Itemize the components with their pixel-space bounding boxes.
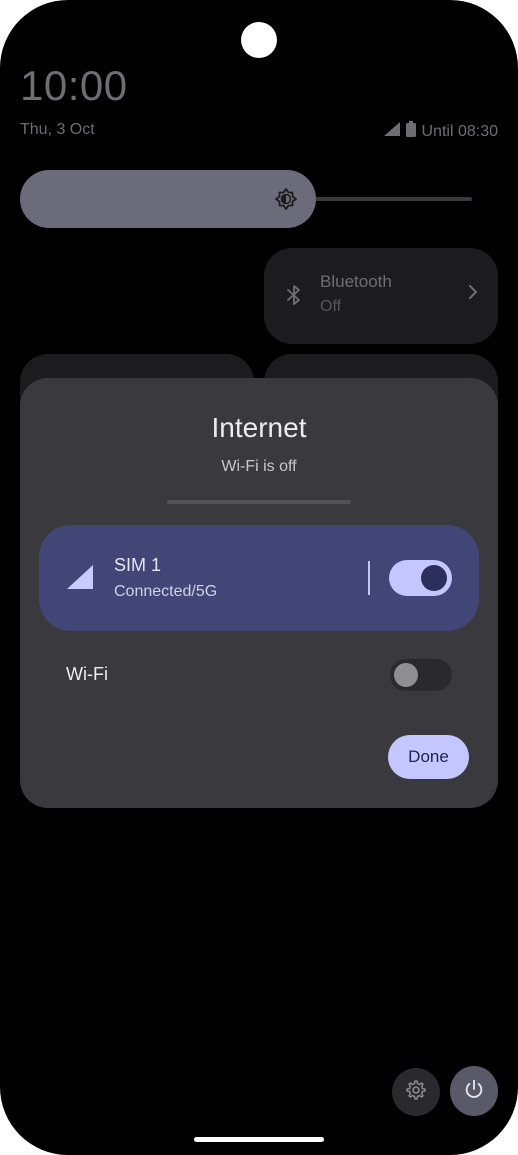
bluetooth-tile[interactable]: Bluetooth Off (264, 248, 498, 344)
divider (167, 500, 351, 504)
gear-icon (405, 1079, 427, 1106)
clock: 10:00 (20, 62, 128, 109)
power-button[interactable] (450, 1066, 498, 1116)
dialog-title: Internet (211, 412, 307, 443)
sim-toggle[interactable] (389, 560, 452, 596)
phone-screen: 10:00 Thu, 3 Oct Until 08:30 Bluetooth O… (0, 0, 518, 1155)
date: Thu, 3 Oct (20, 121, 95, 138)
signal-icon (383, 122, 400, 141)
sim-title: SIM 1 (114, 555, 162, 575)
separator (368, 561, 370, 595)
toggle-knob (394, 663, 418, 687)
chevron-right-icon (468, 284, 478, 305)
toggle-knob (421, 565, 447, 591)
sim-network-row[interactable]: SIM 1 Connected/5G (39, 525, 479, 631)
power-icon (463, 1078, 485, 1105)
bluetooth-icon (286, 284, 302, 311)
brightness-track[interactable] (300, 197, 472, 201)
brightness-icon (275, 188, 297, 215)
brightness-slider[interactable] (20, 170, 316, 228)
battery-icon (405, 121, 416, 142)
dialog-subtitle: Wi-Fi is off (221, 458, 297, 475)
camera-cutout (241, 22, 277, 58)
done-button[interactable]: Done (388, 735, 469, 779)
status-icons: Until 08:30 (383, 121, 499, 142)
bluetooth-state: Off (320, 298, 342, 315)
wifi-label: Wi-Fi (66, 664, 108, 684)
bluetooth-title: Bluetooth (320, 272, 392, 291)
cellular-signal-icon (67, 565, 93, 594)
settings-button[interactable] (392, 1068, 440, 1116)
sim-status: Connected/5G (114, 583, 218, 600)
battery-estimate: Until 08:30 (421, 122, 499, 140)
wifi-toggle[interactable] (390, 659, 452, 691)
internet-dialog: Internet Wi-Fi is off SIM 1 Connected/5G… (20, 378, 498, 808)
home-indicator[interactable] (194, 1137, 324, 1142)
